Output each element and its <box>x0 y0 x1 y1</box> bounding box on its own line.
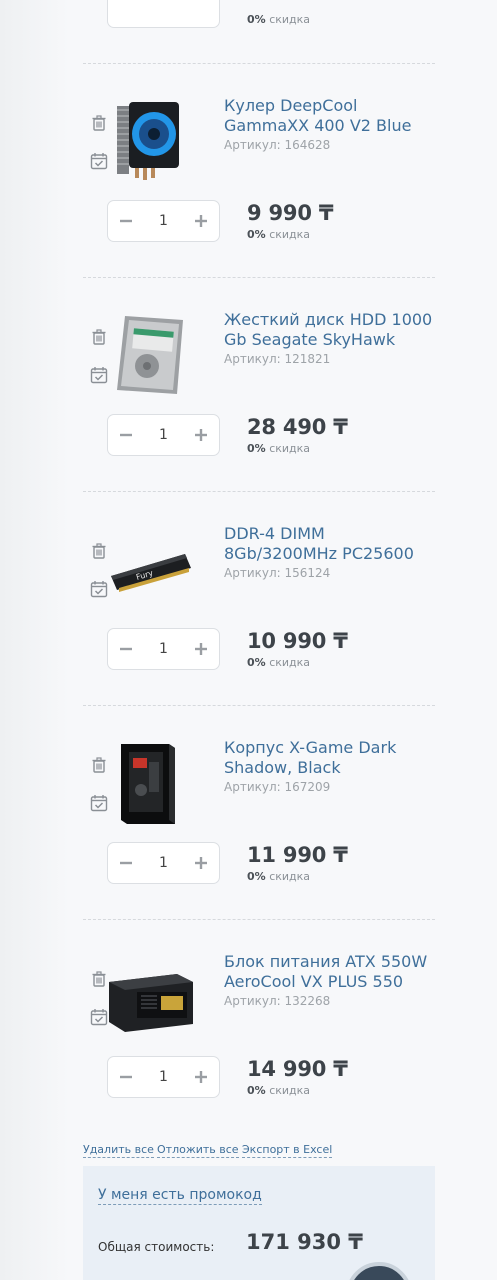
cart-item-psu: Блок питания ATX 550W AeroCool VX PLUS 5… <box>83 920 435 1134</box>
quantity-value[interactable]: 1 <box>144 1057 183 1097</box>
trash-icon[interactable] <box>90 328 108 346</box>
discount-text: скидка <box>269 1084 311 1097</box>
minus-icon <box>120 647 132 651</box>
quantity-value[interactable]: 1 <box>144 201 183 241</box>
cart-item-case: Корпус X-Game Dark Shadow, Black Артикул… <box>83 706 435 920</box>
defer-all-link[interactable]: Отложить все <box>157 1143 239 1158</box>
quantity-stepper: 1 <box>107 628 220 670</box>
promo-code-link[interactable]: У меня есть промокод <box>98 1187 262 1205</box>
increase-button[interactable] <box>183 201 219 241</box>
product-price: 14 990 ₸ <box>247 1057 348 1081</box>
cpu-cooler-image[interactable] <box>107 96 195 184</box>
product-price: 10 990 ₸ <box>247 629 348 653</box>
quantity-value[interactable]: 1 <box>144 415 183 455</box>
product-title[interactable]: Корпус X-Game Dark Shadow, Black <box>224 738 434 778</box>
power-supply-image[interactable] <box>107 952 195 1040</box>
plus-icon <box>195 643 207 655</box>
ram-module-image[interactable]: Fury <box>107 524 195 612</box>
total-value: 171 930 ₸ <box>246 1230 363 1254</box>
trash-icon[interactable] <box>90 756 108 774</box>
cart-item-partial: 0% скидка <box>83 0 435 64</box>
minus-icon <box>120 861 132 865</box>
calendar-check-icon[interactable] <box>90 152 108 170</box>
plus-icon <box>195 215 207 227</box>
product-sku: Артикул: 121821 <box>224 352 331 366</box>
trash-icon[interactable] <box>90 114 108 132</box>
plus-icon <box>195 429 207 441</box>
quantity-value[interactable]: 1 <box>144 629 183 669</box>
cart-item-cooler: Кулер DeepCool GammaXX 400 V2 Blue Артик… <box>83 64 435 278</box>
product-title[interactable]: Жесткий диск HDD 1000 Gb Seagate SkyHawk <box>224 310 434 350</box>
delete-all-link[interactable]: Удалить все <box>83 1143 154 1158</box>
decrease-button[interactable] <box>108 201 144 241</box>
product-sku: Артикул: 164628 <box>224 138 331 152</box>
discount-text: скидка <box>269 656 311 669</box>
discount-value: 0% <box>247 442 266 455</box>
discount-label: 0% скидка <box>247 656 310 669</box>
trash-icon[interactable] <box>90 542 108 560</box>
decrease-button[interactable] <box>108 1057 144 1097</box>
plus-icon <box>195 1071 207 1083</box>
cart-item-hdd: Жесткий диск HDD 1000 Gb Seagate SkyHawk… <box>83 278 435 492</box>
quantity-stepper[interactable] <box>107 0 220 28</box>
quantity-stepper: 1 <box>107 1056 220 1098</box>
product-price: 11 990 ₸ <box>247 843 348 867</box>
product-sku: Артикул: 132268 <box>224 994 331 1008</box>
quantity-value[interactable]: 1 <box>144 843 183 883</box>
cart-item-ram: Fury DDR-4 DIMM 8Gb/3200MHz PC25600 Арти… <box>83 492 435 706</box>
total-label: Общая стоимость: <box>98 1240 215 1254</box>
minus-icon <box>120 433 132 437</box>
product-title[interactable]: Блок питания ATX 550W AeroCool VX PLUS 5… <box>224 952 434 992</box>
export-excel-link[interactable]: Экспорт в Excel <box>242 1143 333 1158</box>
decrease-button[interactable] <box>108 415 144 455</box>
calendar-check-icon[interactable] <box>90 366 108 384</box>
discount-text: скидка <box>269 13 311 26</box>
discount-text: скидка <box>269 870 311 883</box>
cart-actions: Удалить все Отложить все Экспорт в Excel <box>83 1143 435 1159</box>
increase-button[interactable] <box>183 1057 219 1097</box>
quantity-stepper: 1 <box>107 414 220 456</box>
minus-icon <box>120 219 132 223</box>
discount-value: 0% <box>247 228 266 241</box>
product-title[interactable]: Кулер DeepCool GammaXX 400 V2 Blue <box>224 96 434 136</box>
discount-label: 0% скидка <box>247 13 310 26</box>
trash-icon[interactable] <box>90 970 108 988</box>
calendar-check-icon[interactable] <box>90 580 108 598</box>
increase-button[interactable] <box>183 843 219 883</box>
discount-text: скидка <box>269 442 311 455</box>
minus-icon <box>120 1075 132 1079</box>
product-sku: Артикул: 167209 <box>224 780 331 794</box>
discount-value: 0% <box>247 656 266 669</box>
discount-label: 0% скидка <box>247 870 310 883</box>
decrease-button[interactable] <box>108 843 144 883</box>
decrease-button[interactable] <box>108 629 144 669</box>
calendar-check-icon[interactable] <box>90 794 108 812</box>
discount-text: скидка <box>269 228 311 241</box>
discount-label: 0% скидка <box>247 228 310 241</box>
increase-button[interactable] <box>183 629 219 669</box>
product-sku: Артикул: 156124 <box>224 566 331 580</box>
product-price: 28 490 ₸ <box>247 415 348 439</box>
calendar-check-icon[interactable] <box>90 1008 108 1026</box>
page-shade <box>0 0 70 1280</box>
plus-icon <box>195 857 207 869</box>
increase-button[interactable] <box>183 415 219 455</box>
quantity-stepper: 1 <box>107 200 220 242</box>
product-price: 9 990 ₸ <box>247 201 334 225</box>
product-title[interactable]: DDR-4 DIMM 8Gb/3200MHz PC25600 <box>224 524 434 564</box>
cart-list: 0% скидка Кулер DeepCool GammaXX 400 V2 … <box>83 0 435 1280</box>
quantity-stepper: 1 <box>107 842 220 884</box>
hard-drive-image[interactable] <box>107 310 195 398</box>
discount-label: 0% скидка <box>247 1084 310 1097</box>
pc-case-image[interactable] <box>107 738 195 826</box>
discount-value: 0% <box>247 1084 266 1097</box>
discount-label: 0% скидка <box>247 442 310 455</box>
discount-value: 0% <box>247 13 266 26</box>
discount-value: 0% <box>247 870 266 883</box>
